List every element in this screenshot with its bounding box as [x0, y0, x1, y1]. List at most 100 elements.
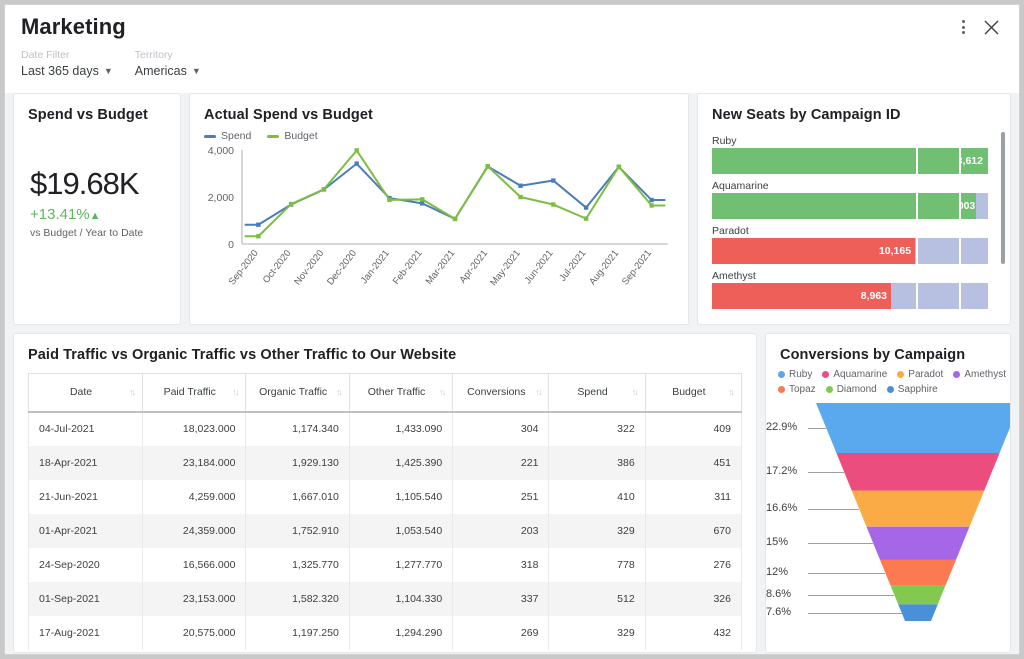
table-header-cell[interactable]: Organic Traffic ↑↓ [245, 373, 350, 412]
table-header-cell[interactable]: Date ↑↓ [27, 373, 144, 412]
table-title: Paid Traffic vs Organic Traffic vs Other… [28, 347, 457, 363]
data-point[interactable] [649, 197, 654, 203]
funnel-legend: Ruby Aquamarine Paradot Amethyst Topaz Diamon… [766, 363, 1010, 395]
bar-value-label: 13,003 [961, 200, 976, 212]
funnel-legend-item-amethyst[interactable]: Amethyst [953, 369, 1006, 380]
title-bar: Marketing [5, 5, 1019, 49]
legend-item-spend[interactable]: Spend [204, 130, 251, 142]
kebab-menu-icon[interactable] [949, 13, 977, 41]
funnel-plot[interactable]: 22.9% 17.2% 16.6% 15% 12% 8.6% 7.6% [766, 399, 1010, 637]
table-row[interactable]: 18-Apr-2021 23,184.000 1,929.130 1,425.390 2… [27, 445, 743, 480]
data-point[interactable] [256, 222, 261, 227]
card-actual-spend-vs-budget[interactable]: Actual Spend vs Budget Spend Budget 0 2,00… [189, 93, 689, 325]
filter-territory-value[interactable]: Americas ▼ [135, 64, 201, 79]
card-traffic-table[interactable]: Paid Traffic vs Organic Traffic vs Other… [13, 333, 757, 653]
funnel-slice-paradot[interactable] [851, 490, 985, 527]
data-point[interactable] [354, 161, 359, 166]
funnel-slice-sapphire[interactable] [898, 604, 938, 621]
data-point[interactable] [452, 216, 458, 222]
dashboard-board: Spend vs Budget $19.68K +13.41%▲ vs Budg… [5, 93, 1019, 654]
funnel-legend-item-diamond[interactable]: Diamond [825, 384, 877, 395]
filter-territory[interactable]: Territory Americas ▼ [135, 49, 201, 79]
funnel-legend-item-sapphire[interactable]: Sapphire [886, 384, 938, 395]
bar-track[interactable]: 13,003 [712, 193, 988, 219]
legend-dot [825, 386, 833, 393]
funnel-leader-line [808, 427, 827, 429]
data-point[interactable] [551, 178, 556, 183]
header-label: Conversions [467, 386, 526, 399]
data-point[interactable] [321, 187, 327, 192]
bar-chart-scrollbar[interactable] [1001, 132, 1005, 264]
funnel-slice-topaz[interactable] [879, 559, 957, 586]
table-row[interactable]: 01-Sep-2021 23,153.000 1,582.320 1,104.330 3… [27, 581, 743, 616]
legend-label: Diamond [836, 384, 877, 395]
line-chart-plot[interactable]: 0 2,000 4,000 Sep-2020 Oct-2020 Nov-2020 Dec-2… [190, 142, 688, 302]
table-header-cell[interactable]: Spend ↑↓ [548, 373, 646, 412]
table-cell: 276 [644, 547, 743, 582]
funnel-legend-item-topaz[interactable]: Topaz [778, 384, 816, 395]
funnel-slice-ruby[interactable] [816, 403, 1011, 453]
sort-icon[interactable]: ↑↓ [632, 387, 639, 397]
line-chart-svg: 0 2,000 4,000 Sep-2020 Oct-2020Nov-2020Dec-2… [208, 145, 668, 288]
data-point[interactable] [649, 203, 654, 208]
table-cell: 386 [548, 445, 646, 480]
data-point[interactable] [354, 148, 359, 153]
card-conversions-by-campaign[interactable]: Conversions by Campaign Ruby Aquamarine Pa… [765, 333, 1011, 653]
funnel-slice-amethyst[interactable] [866, 526, 970, 560]
filter-date-value[interactable]: Last 365 days ▼ [21, 64, 113, 79]
table-row[interactable]: 04-Jul-2021 18,023.000 1,174.340 1,433.090 3… [27, 411, 743, 446]
funnel-svg [816, 403, 1011, 621]
data-point[interactable] [420, 201, 425, 206]
data-point[interactable] [387, 197, 392, 203]
table-row[interactable]: 17-Aug-2021 20,575.000 1,197.250 1,294.290 2… [27, 615, 743, 650]
sort-icon[interactable]: ↑↓ [232, 387, 239, 397]
data-point[interactable] [256, 234, 261, 239]
table-cell: 17-Aug-2021 [27, 615, 144, 650]
data-point[interactable] [583, 216, 589, 221]
sort-icon[interactable]: ↑↓ [439, 387, 446, 397]
bar-segment [960, 238, 988, 264]
table-row[interactable]: 24-Sep-2020 16,566.000 1,325.770 1,277.770 3… [27, 547, 743, 582]
table-row[interactable]: 21-Jun-2021 4,259.000 1,667.010 1,105.540 25… [27, 479, 743, 514]
data-point[interactable] [420, 197, 425, 202]
table-header-cell[interactable]: Budget ↑↓ [644, 373, 743, 412]
axis-threshold [960, 314, 988, 324]
close-icon[interactable] [977, 13, 1005, 41]
axis-threshold-tick [986, 314, 988, 324]
data-point[interactable] [518, 183, 523, 188]
bar-track[interactable]: 8,963 [712, 283, 988, 309]
funnel-legend-item-aquamarine[interactable]: Aquamarine [822, 369, 887, 380]
data-point[interactable] [518, 194, 523, 200]
table-header-cell[interactable]: Conversions ↑↓ [452, 373, 550, 412]
table-cell: 1,105.540 [348, 479, 454, 514]
data-point[interactable] [288, 201, 294, 207]
table-row[interactable]: 01-Apr-2021 24,359.000 1,752.910 1,053.540 2… [27, 513, 743, 548]
table-header-cell[interactable]: Other Traffic ↑↓ [348, 373, 454, 412]
card-spend-vs-budget[interactable]: Spend vs Budget $19.68K +13.41%▲ vs Budg… [13, 93, 181, 325]
sort-icon[interactable]: ↑↓ [336, 387, 343, 397]
funnel-legend-item-ruby[interactable]: Ruby [778, 369, 812, 380]
table-cell: 1,325.770 [245, 547, 350, 582]
data-point[interactable] [616, 164, 622, 169]
sort-icon[interactable]: ↑↓ [129, 387, 136, 397]
sort-icon[interactable]: ↑↓ [728, 387, 735, 397]
funnel-legend-item-paradot[interactable]: Paradot [897, 369, 943, 380]
data-point[interactable] [485, 164, 490, 169]
card-new-seats-by-campaign[interactable]: New Seats by Campaign ID Ruby 13,612 Aquam… [697, 93, 1011, 325]
bar-track[interactable]: 13,612 [712, 148, 988, 174]
table-cell: 311 [644, 479, 743, 514]
legend-item-budget[interactable]: Budget [267, 130, 318, 142]
sort-icon[interactable]: ↑↓ [535, 387, 542, 397]
funnel-leader-line [808, 595, 895, 597]
funnel-slice-diamond[interactable] [890, 585, 946, 605]
data-point[interactable] [551, 202, 556, 207]
filter-date[interactable]: Date Filter Last 365 days ▼ [21, 49, 113, 79]
axis-threshold [712, 314, 919, 324]
bar-track[interactable]: 10,165 [712, 238, 988, 264]
data-point[interactable] [583, 205, 589, 210]
bar-fill [712, 148, 917, 174]
kpi-subtitle: vs Budget / Year to Date [30, 227, 144, 239]
funnel-slice-aquamarine[interactable] [836, 452, 1000, 491]
legend-dot [897, 371, 905, 378]
table-header-cell[interactable]: Paid Traffic ↑↓ [142, 373, 247, 412]
